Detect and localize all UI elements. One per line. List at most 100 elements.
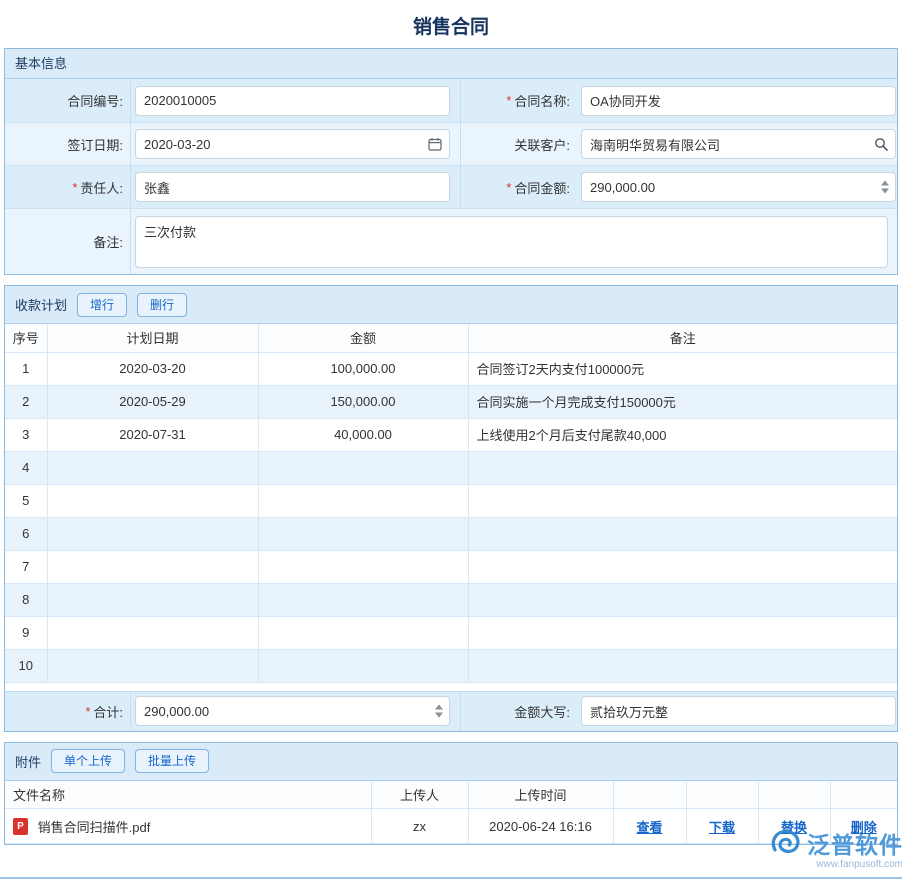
download-link[interactable]: 下载 [709, 820, 735, 835]
row-no: 9 [5, 616, 47, 649]
add-row-button[interactable]: 增行 [77, 293, 127, 317]
row-date[interactable] [47, 517, 258, 550]
payment-plan-row[interactable]: 9 [5, 616, 897, 649]
col-header-amount: 金额 [258, 324, 468, 352]
payment-plan-row[interactable]: 5 [5, 484, 897, 517]
row-note[interactable] [468, 517, 897, 550]
contract-no-label: 合同编号: [5, 79, 131, 122]
row-amount[interactable] [258, 550, 468, 583]
contract-name-input[interactable] [581, 86, 896, 116]
row-date[interactable]: 2020-03-20 [47, 352, 258, 385]
attachment-file-name: 销售合同扫描件.pdf [38, 820, 151, 835]
row-amount[interactable] [258, 517, 468, 550]
row-note[interactable] [468, 616, 897, 649]
view-link[interactable]: 查看 [636, 820, 662, 835]
payment-plan-section-title: 收款计划 [15, 295, 67, 314]
customer-input[interactable] [581, 129, 896, 159]
payment-plan-footer: * 合计: 金额大写: [5, 691, 897, 731]
payment-plan-row[interactable]: 6 [5, 517, 897, 550]
row-date[interactable] [47, 583, 258, 616]
fanpu-watermark: 泛普软件 www.fanpusoft.com [768, 826, 902, 870]
col-header-upload-time: 上传时间 [468, 781, 613, 809]
row-date[interactable] [47, 649, 258, 682]
row-date[interactable] [47, 451, 258, 484]
payment-plan-row[interactable]: 10 [5, 649, 897, 682]
single-upload-button[interactable]: 单个上传 [51, 749, 125, 773]
required-mark: * [85, 704, 90, 719]
owner-label: * 责任人: [5, 166, 131, 208]
sales-contract-page: 销售合同 基本信息 合同编号: * 合同名称: [0, 0, 902, 845]
row-amount[interactable] [258, 451, 468, 484]
total-spinner[interactable] [435, 705, 443, 718]
row-note[interactable]: 合同签订2天内支付100000元 [468, 352, 897, 385]
search-icon[interactable] [874, 137, 888, 151]
amount-words-label: 金额大写: [461, 692, 577, 731]
form-row-1: 合同编号: * 合同名称: [5, 79, 897, 122]
owner-input[interactable] [135, 172, 450, 202]
row-note[interactable] [468, 550, 897, 583]
required-mark: * [506, 93, 511, 108]
remark-textarea[interactable]: 三次付款 [135, 216, 888, 268]
amount-spinner[interactable] [881, 181, 889, 194]
sign-date-input[interactable] [135, 129, 450, 159]
payment-plan-row[interactable]: 8 [5, 583, 897, 616]
payment-plan-row[interactable]: 7 [5, 550, 897, 583]
row-note[interactable] [468, 583, 897, 616]
payment-plan-panel: 收款计划 增行 删行 序号 计划日期 金额 备注 1 2020-03-20 10… [4, 285, 898, 732]
page-title: 销售合同 [0, 0, 902, 48]
attachments-header-row: 文件名称 上传人 上传时间 [5, 781, 897, 809]
row-amount[interactable]: 150,000.00 [258, 385, 468, 418]
row-date[interactable]: 2020-05-29 [47, 385, 258, 418]
row-note[interactable]: 上线使用2个月后支付尾款40,000 [468, 418, 897, 451]
row-no: 7 [5, 550, 47, 583]
amount-words-input[interactable] [581, 696, 896, 726]
calendar-icon[interactable] [428, 137, 442, 151]
contract-no-input[interactable] [135, 86, 450, 116]
basic-info-section-title: 基本信息 [5, 49, 897, 79]
sign-date-label: 签订日期: [5, 123, 131, 165]
payment-plan-toolbar: 收款计划 增行 删行 [5, 286, 897, 324]
bottom-divider [0, 877, 902, 879]
row-date[interactable] [47, 484, 258, 517]
attachments-toolbar: 附件 单个上传 批量上传 [5, 743, 897, 781]
col-header-no: 序号 [5, 324, 47, 352]
delete-row-button[interactable]: 删行 [137, 293, 187, 317]
row-no: 6 [5, 517, 47, 550]
contract-name-label: * 合同名称: [461, 79, 577, 122]
col-header-file-name: 文件名称 [5, 781, 371, 809]
row-amount[interactable]: 40,000.00 [258, 418, 468, 451]
payment-plan-row[interactable]: 1 2020-03-20 100,000.00 合同签订2天内支付100000元 [5, 352, 897, 385]
row-amount[interactable] [258, 649, 468, 682]
row-amount[interactable] [258, 583, 468, 616]
col-header-date: 计划日期 [47, 324, 258, 352]
form-row-remark: 备注: 三次付款 [5, 208, 897, 274]
watermark-brand: 泛普软件 [807, 826, 902, 860]
attachments-panel: 附件 单个上传 批量上传 文件名称 上传人 上传时间 [4, 742, 898, 846]
row-note[interactable]: 合同实施一个月完成支付150000元 [468, 385, 897, 418]
col-header-uploader: 上传人 [371, 781, 468, 809]
total-input[interactable] [135, 696, 450, 726]
required-mark: * [72, 180, 77, 195]
batch-upload-button[interactable]: 批量上传 [135, 749, 209, 773]
attachment-upload-time: 2020-06-24 16:16 [468, 809, 613, 844]
payment-plan-row[interactable]: 4 [5, 451, 897, 484]
row-amount[interactable]: 100,000.00 [258, 352, 468, 385]
fanpu-logo-icon [768, 826, 804, 865]
row-amount[interactable] [258, 484, 468, 517]
row-no: 1 [5, 352, 47, 385]
row-note[interactable] [468, 451, 897, 484]
row-date[interactable]: 2020-07-31 [47, 418, 258, 451]
payment-plan-table: 序号 计划日期 金额 备注 1 2020-03-20 100,000.00 合同… [5, 324, 897, 683]
payment-plan-row[interactable]: 3 2020-07-31 40,000.00 上线使用2个月后支付尾款40,00… [5, 418, 897, 451]
row-note[interactable] [468, 484, 897, 517]
row-no: 4 [5, 451, 47, 484]
row-date[interactable] [47, 616, 258, 649]
row-note[interactable] [468, 649, 897, 682]
attachment-file-cell: P 销售合同扫描件.pdf [5, 809, 371, 844]
contract-amount-input[interactable] [581, 172, 896, 202]
col-header-note: 备注 [468, 324, 897, 352]
row-date[interactable] [47, 550, 258, 583]
row-amount[interactable] [258, 616, 468, 649]
payment-plan-row[interactable]: 2 2020-05-29 150,000.00 合同实施一个月完成支付15000… [5, 385, 897, 418]
col-header-action-2 [686, 781, 758, 809]
